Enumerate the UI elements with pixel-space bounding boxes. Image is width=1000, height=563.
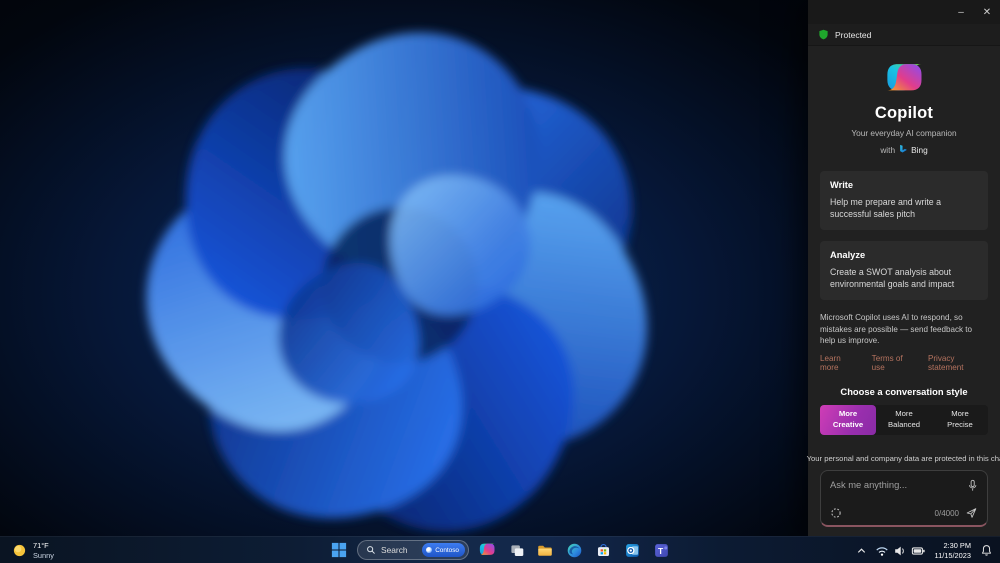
battery-icon [911,546,925,555]
close-button[interactable]: ✕ [974,0,1000,24]
microphone-icon [968,479,977,491]
task-view-icon [510,544,523,556]
folder-icon [538,545,552,556]
weather-widget[interactable]: 71°F Sunny [6,537,60,563]
suggestion-card-write[interactable]: Write Help me prepare and write a succes… [820,171,988,230]
with-label: with [880,144,896,155]
bell-icon [981,545,992,556]
privacy-statement-link[interactable]: Privacy statement [928,354,988,372]
card-title: Analyze [830,249,866,260]
suggestion-card-analyze[interactable]: Analyze Create a SWOT analysis about env… [820,240,988,300]
panel-titlebar: – ✕ [808,0,1000,24]
bing-icon [900,144,908,153]
search-input[interactable] [381,545,418,555]
char-counter: 0/4000 [934,508,959,518]
learn-more-link[interactable]: Learn more [820,354,859,372]
brand-logo-icon [426,547,433,553]
sun-icon [13,544,26,557]
conversation-style-heading: Choose a conversation style [840,386,968,398]
tray-time: 2:30 PM [943,540,971,550]
screen: – ✕ Protected Copilot Your everyday AI c… [0,0,1000,563]
style-more-creative[interactable]: More Creative [820,405,876,435]
screenshot-icon [831,508,841,518]
footer-links: Learn more Terms of use Privacy statemen… [820,354,988,372]
store-icon [597,543,609,556]
search-brand-badge[interactable]: Contoso [422,543,465,557]
taskbar-task-view[interactable] [505,539,527,561]
data-protection-note: Your personal and company data are prote… [807,454,1000,463]
subtitle: Your everyday AI companion [851,128,957,138]
copilot-panel: – ✕ Protected Copilot Your everyday AI c… [807,0,1000,536]
microphone-button[interactable] [967,479,978,492]
taskbar-outlook[interactable] [621,539,643,561]
tray-overflow-button[interactable] [853,540,870,562]
panel-body: Copilot Your everyday AI companion with … [807,46,1000,536]
search-icon [367,546,375,554]
shield-icon [819,29,828,40]
style-more-balanced[interactable]: More Balanced [876,405,932,435]
screenshot-button[interactable] [830,507,842,519]
svg-text:T: T [658,545,664,555]
copilot-logo-icon [887,64,922,91]
weather-temp: 71°F [33,540,49,550]
tray-date: 11/15/2023 [934,550,971,560]
style-more-precise[interactable]: More Precise [932,405,988,435]
network-icon [875,546,888,556]
conversation-style-group: More Creative More Balanced More Precise [820,405,988,435]
taskbar: 71°F Sunny Search Contoso T 2:30 PM 11/1… [0,536,1000,563]
chat-input[interactable] [830,479,961,490]
tray-clock[interactable]: 2:30 PM 11/15/2023 [931,541,975,561]
ai-disclaimer: Microsoft Copilot uses AI to respond, so… [820,312,973,346]
card-body: Create a SWOT analysis about environment… [830,266,955,290]
volume-icon [894,546,904,555]
chat-input-box[interactable]: 0/4000 [820,470,988,527]
outlook-icon [625,543,639,557]
notification-button[interactable] [977,540,996,562]
protected-label: Protected [835,29,872,40]
system-tray: 2:30 PM 11/15/2023 [853,537,996,563]
taskbar-center: Contoso [328,539,672,561]
send-button[interactable] [965,507,978,519]
page-title: Copilot [874,104,934,122]
card-title: Write [830,180,854,190]
copilot-icon [479,543,495,555]
taskbar-copilot[interactable] [476,539,498,561]
edge-icon [567,543,581,557]
taskbar-edge[interactable] [563,539,585,561]
bing-label: Bing [911,144,928,155]
taskbar-file-explorer[interactable] [534,539,556,561]
windows-logo-icon [331,542,347,558]
protected-badge: Protected [808,24,1000,46]
send-icon [966,508,977,518]
teams-icon: T [654,543,668,557]
taskbar-microsoft-store[interactable] [592,539,614,561]
tray-status-group[interactable] [872,540,929,562]
start-button[interactable] [328,539,350,561]
card-body: Help me prepare and write a successful s… [830,197,941,220]
minimize-button[interactable]: – [948,0,974,24]
chevron-up-icon [857,547,865,553]
weather-condition: Sunny [33,550,54,560]
taskbar-search[interactable]: Contoso [357,540,469,560]
terms-of-use-link[interactable]: Terms of use [872,354,915,372]
with-bing-row: with Bing [820,144,988,155]
taskbar-teams[interactable]: T [650,539,672,561]
weather-text: 71°F Sunny [33,541,54,561]
